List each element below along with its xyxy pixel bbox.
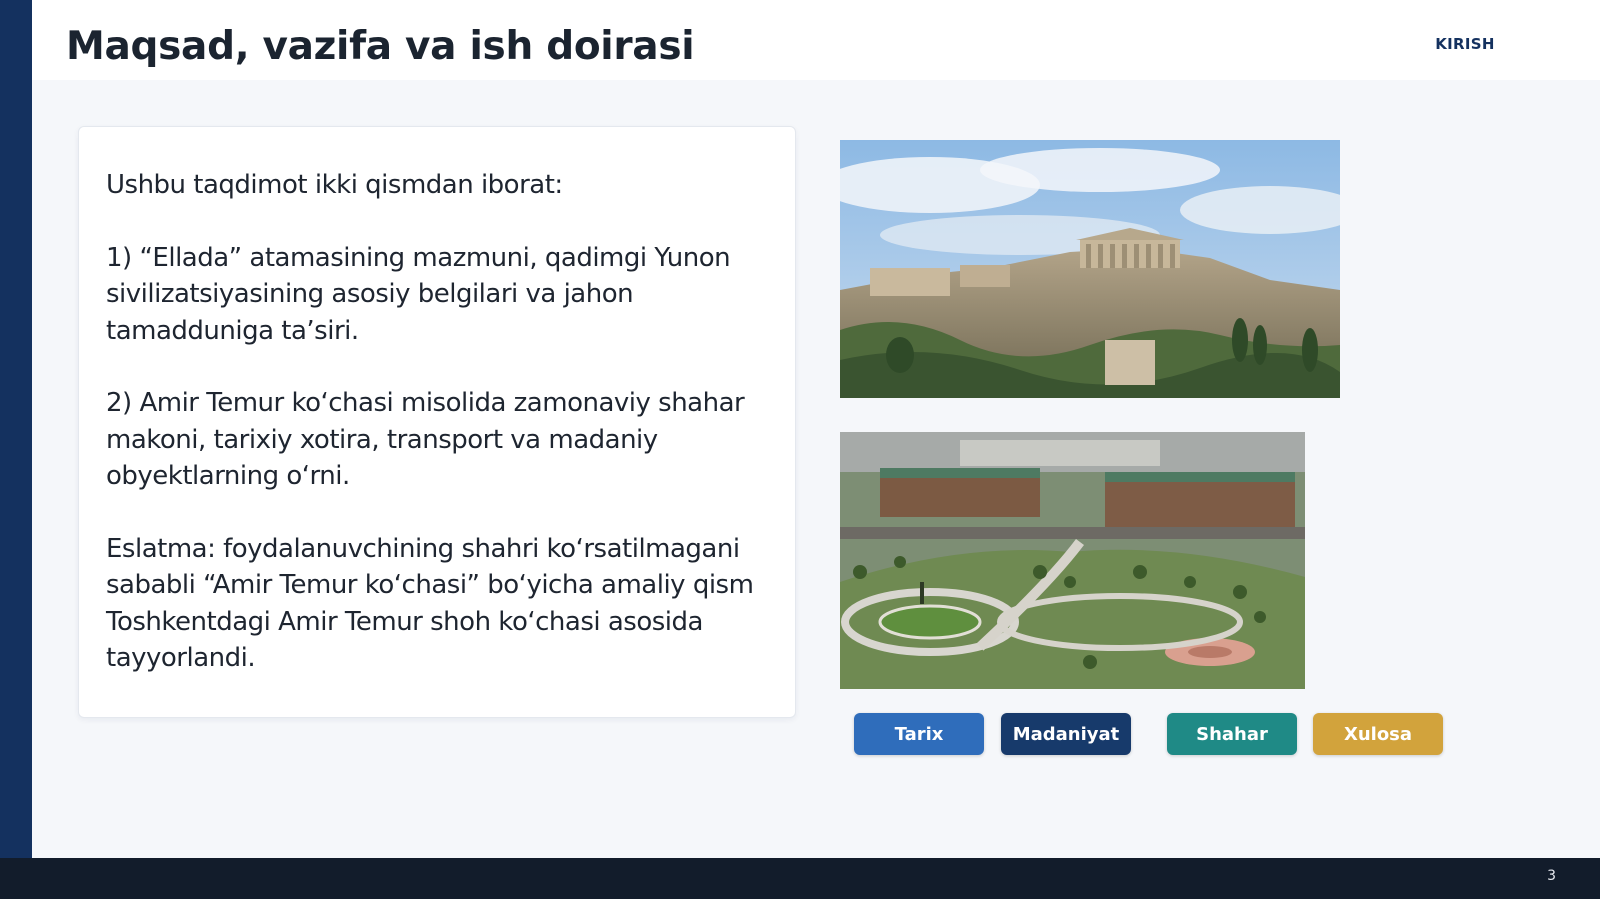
intro-paragraph: Ushbu taqdimot ikki qismdan iborat: <box>106 170 563 200</box>
left-accent-bar <box>0 0 32 858</box>
tag-button-shahar[interactable]: Shahar <box>1167 713 1297 755</box>
note-paragraph: Eslatma: foydalanuvchining shahri ko‘rsa… <box>106 533 754 674</box>
content-card: Ushbu taqdimot ikki qismdan iborat: 1) “… <box>78 126 796 718</box>
section-label: KIRISH <box>1435 35 1495 53</box>
tag-button-xulosa[interactable]: Xulosa <box>1313 713 1443 755</box>
acropolis-illustration <box>840 140 1340 398</box>
city-square-illustration <box>840 432 1305 689</box>
acropolis-photo <box>840 140 1340 398</box>
tag-button-label: Shahar <box>1196 723 1268 745</box>
amir-temur-square-photo <box>840 432 1305 689</box>
page-number: 3 <box>1547 868 1556 884</box>
tag-button-madaniyat[interactable]: Madaniyat <box>1001 713 1131 755</box>
slide-title: Maqsad, vazifa va ish doirasi <box>66 24 695 69</box>
tag-button-label: Tarix <box>894 723 944 745</box>
tag-button-tarix[interactable]: Tarix <box>854 713 984 755</box>
tag-button-label: Madaniyat <box>1012 723 1120 745</box>
tag-button-label: Xulosa <box>1343 723 1413 745</box>
point-two-paragraph: 2) Amir Temur ko‘chasi misolida zamonavi… <box>106 388 745 491</box>
footer-bar: 3 <box>0 858 1600 899</box>
point-one-paragraph: 1) “Ellada” atamasining mazmuni, qadimgi… <box>106 242 731 346</box>
